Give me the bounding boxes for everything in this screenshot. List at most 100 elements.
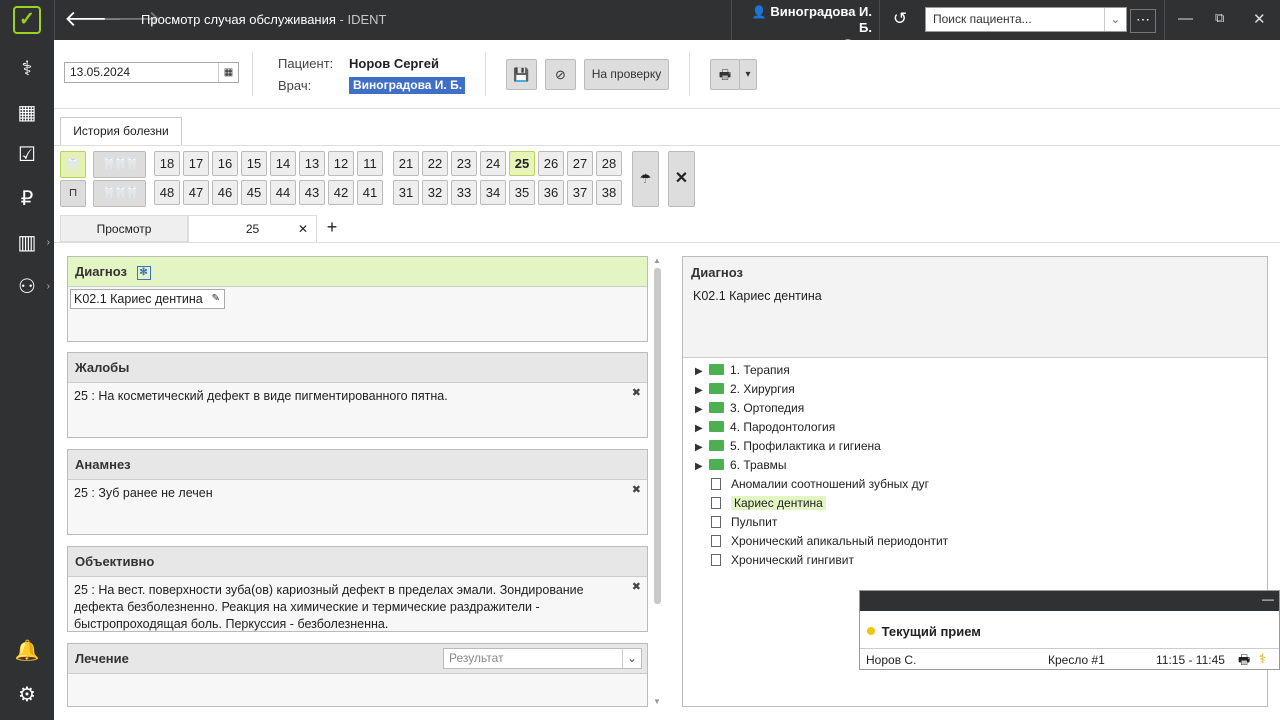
tooth-21[interactable]: 21 [393,151,419,176]
current-user[interactable]: 👤 Виноградова И. Б. Врач [736,4,872,52]
tree-folder[interactable]: ▶ 2. Хирургия [695,380,795,399]
tree-item[interactable]: Хронический гингивит [695,551,854,570]
expand-triangle-icon[interactable]: ▶ [695,438,709,457]
tooth-27[interactable]: 27 [567,151,593,176]
tree-item[interactable]: Пульпит [695,513,777,532]
expand-triangle-icon[interactable]: ▶ [695,362,709,381]
tooth-36[interactable]: 36 [538,180,564,205]
remove-complaint-icon[interactable]: ✖ [632,386,641,399]
scroll-down-icon[interactable]: ▼ [653,697,661,706]
calendar-icon[interactable]: ▦ [218,63,238,82]
tooth-22[interactable]: 22 [422,151,448,176]
tooth-47[interactable]: 47 [183,180,209,205]
tooth-44[interactable]: 44 [270,180,296,205]
tooth-34[interactable]: 34 [480,180,506,205]
tooth-15[interactable]: 15 [241,151,267,176]
tooth-24[interactable]: 24 [480,151,506,176]
tooth-48[interactable]: 48 [154,180,180,205]
icd-catalog-icon[interactable]: ✻ [136,266,151,280]
upper-jaw-icon[interactable]: 🦷🦷🦷 [93,151,146,178]
chevron-down-icon[interactable]: ⌄ [1104,8,1126,31]
more-menu-icon[interactable]: ⋯ [1130,9,1156,33]
tree-folder[interactable]: ▶ 1. Терапия [695,361,790,380]
dental-chair-icon[interactable]: ⚕ [1259,651,1266,667]
tab-tooth-25[interactable]: 25 ✕ [188,215,317,242]
tab-view[interactable]: Просмотр [60,215,188,242]
single-tooth-mode-icon[interactable]: 🦷 [60,151,86,178]
remove-anamnesis-icon[interactable]: ✖ [632,483,641,496]
tree-folder[interactable]: ▶ 4. Пародонтология [695,418,835,437]
tooth-13[interactable]: 13 [299,151,325,176]
expand-triangle-icon[interactable]: ▶ [695,400,709,419]
print-icon[interactable]: 🖶 [710,59,740,90]
tooth-38[interactable]: 38 [596,180,622,205]
tooth-14[interactable]: 14 [270,151,296,176]
lower-jaw-icon[interactable]: 🦷🦷🦷 [93,180,146,207]
tooth-46[interactable]: 46 [212,180,238,205]
tooth-31[interactable]: 31 [393,180,419,205]
tab-history[interactable]: История болезни [60,117,182,145]
tooth-33[interactable]: 33 [451,180,477,205]
cancel-icon[interactable]: ⊘ [545,59,576,90]
sidebar-staff-icon[interactable]: ⚇ › [0,270,54,304]
objective-text[interactable]: 25 : На вест. поверхности зуба(ов) карио… [68,577,647,638]
sidebar-settings-gear-icon[interactable]: ⚙ [0,678,54,712]
save-icon[interactable]: 💾 [506,59,537,90]
tree-folder[interactable]: ▶ 3. Ортопедия [695,399,804,418]
sidebar-bell-icon[interactable]: 🔔 [0,634,54,668]
sidebar-finance-icon[interactable]: ₽ [0,182,54,216]
close-tab-icon[interactable]: ✕ [298,216,308,242]
restore-icon[interactable]: ⧉ [1215,10,1224,26]
tree-item[interactable]: Аномалии соотношений зубных дуг [695,475,929,494]
sidebar-dental-chair-icon[interactable]: ⚕ [0,52,54,86]
minimize-icon[interactable]: — [1178,10,1193,27]
tooth-28[interactable]: 28 [596,151,622,176]
clear-selection-icon[interactable]: ✕ [668,151,695,207]
expand-triangle-icon[interactable]: ▶ [695,457,709,476]
tooth-35[interactable]: 35 [509,180,535,205]
tooth-42[interactable]: 42 [328,180,354,205]
popup-patient[interactable]: Норов С. [866,653,916,667]
tooth-11[interactable]: 11 [357,151,383,176]
history-icon[interactable]: ↺ [888,9,912,29]
result-select[interactable]: Результат ⌄ [443,648,642,669]
expand-triangle-icon[interactable]: ▶ [695,381,709,400]
close-window-icon[interactable]: ✕ [1253,10,1266,28]
tree-folder[interactable]: ▶ 5. Профилактика и гигиена [695,437,881,456]
umbrella-icon[interactable]: ☂ [632,151,659,207]
tooth-45[interactable]: 45 [241,180,267,205]
tooth-25[interactable]: 25 [509,151,535,176]
tooth-23[interactable]: 23 [451,151,477,176]
tooth-32[interactable]: 32 [422,180,448,205]
tooth-43[interactable]: 43 [299,180,325,205]
tooth-37[interactable]: 37 [567,180,593,205]
sidebar-schedule-icon[interactable]: ▦ [0,96,54,130]
sidebar-records-icon[interactable]: ☑ [0,138,54,172]
add-tab-icon[interactable]: + [322,215,342,242]
tooth-16[interactable]: 16 [212,151,238,176]
doctor-field[interactable]: Виноградова И. Б. [349,77,465,94]
tooth-18[interactable]: 18 [154,151,180,176]
implant-mode-icon[interactable]: ⊓ [60,180,86,207]
print-icon[interactable]: 🖶 [1238,651,1250,673]
scroll-up-icon[interactable]: ▲ [653,256,661,265]
review-button[interactable]: На проверку [584,59,669,90]
anamnesis-text[interactable]: 25 : Зуб ранее не лечен [68,480,647,507]
chevron-down-icon[interactable]: ⌄ [622,649,641,668]
patient-search-input[interactable]: Поиск пациента... ⌄ [925,7,1127,32]
tree-item[interactable]: Хронический апикальный периодонтит [695,532,948,551]
diagnosis-chip[interactable]: K02.1 Кариес дентина ✎ [70,289,225,309]
edit-pencil-icon[interactable]: ✎ [212,290,220,308]
left-scrollbar[interactable]: ▲ ▼ [653,256,662,706]
patient-name[interactable]: Норов Сергей [349,56,439,71]
tooth-17[interactable]: 17 [183,151,209,176]
tooth-12[interactable]: 12 [328,151,354,176]
tree-folder[interactable]: ▶ 6. Травмы [695,456,786,475]
minimize-popup-icon[interactable]: — [1262,592,1274,606]
remove-objective-icon[interactable]: ✖ [632,580,641,593]
tooth-26[interactable]: 26 [538,151,564,176]
expand-triangle-icon[interactable]: ▶ [695,419,709,438]
print-menu-chevron-icon[interactable]: ▾ [739,59,757,90]
date-field[interactable]: 13.05.2024 ▦ [64,62,239,83]
complaints-text[interactable]: 25 : На косметический дефект в виде пигм… [68,383,647,410]
